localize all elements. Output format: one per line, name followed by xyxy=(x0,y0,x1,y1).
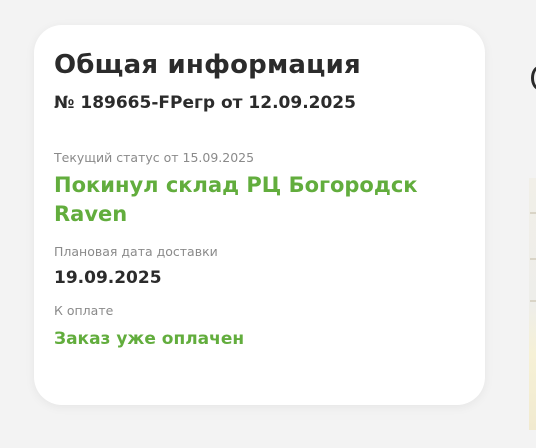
order-info-card: Общая информация № 189665-FPегр от 12.09… xyxy=(34,25,485,405)
planned-delivery-label: Плановая дата доставки xyxy=(54,244,218,259)
order-number: № 189665-FPегр от 12.09.2025 xyxy=(54,93,356,113)
current-status-label: Текущий статус от 15.09.2025 xyxy=(54,150,255,165)
planned-delivery-value: 19.09.2025 xyxy=(54,268,162,288)
payment-status-value: Заказ уже оплачен xyxy=(54,329,245,349)
map-road xyxy=(530,300,536,302)
map-road xyxy=(530,258,536,260)
current-status-value: Покинул склад РЦ Богородск Raven xyxy=(54,173,418,226)
payment-label: К оплате xyxy=(54,303,114,318)
map-road xyxy=(530,212,536,214)
page: Общая информация № 189665-FPегр от 12.09… xyxy=(0,0,536,448)
card-title: Общая информация xyxy=(54,50,361,80)
map-preview[interactable] xyxy=(529,178,536,430)
